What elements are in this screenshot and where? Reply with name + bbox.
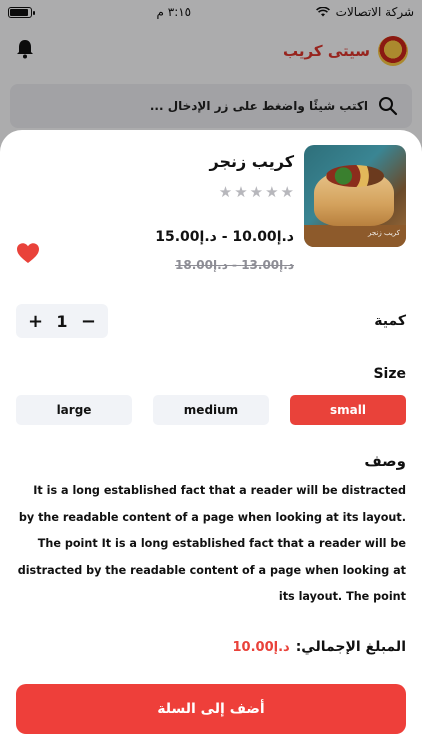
favorite-heart-icon[interactable]	[16, 242, 40, 264]
price-range: د.إ10.00 - د.إ15.00	[155, 229, 294, 245]
old-price-range: د.إ13.00 - د.إ18.00	[175, 258, 294, 272]
description-label: وصف	[364, 452, 406, 470]
size-options: large medium small	[16, 395, 406, 425]
image-filling	[326, 165, 384, 187]
star-icon: ★	[265, 183, 279, 201]
size-option-large[interactable]: large	[16, 395, 132, 425]
product-sheet: كريب زنجر كريب زنجر ★ ★ ★ ★ ★ د.إ10.00 -…	[0, 130, 422, 750]
add-to-cart-button[interactable]: أضف إلى السلة	[16, 684, 406, 734]
size-label: Size	[373, 366, 406, 382]
product-image: كريب زنجر	[304, 145, 406, 247]
total-amount: المبلغ الإجمالي: د.إ10.00	[233, 639, 407, 655]
star-icon: ★	[280, 183, 294, 201]
star-icon: ★	[218, 183, 233, 201]
quantity-label: كمية	[374, 313, 406, 329]
description-text: It is a long established fact that a rea…	[17, 484, 406, 604]
image-watermark: كريب زنجر	[368, 229, 400, 237]
star-icon: ★	[249, 183, 264, 201]
total-value: د.إ10.00	[232, 640, 290, 655]
size-option-small[interactable]: small	[290, 395, 406, 425]
product-title: كريب زنجر	[209, 152, 294, 171]
total-label: المبلغ الإجمالي:	[295, 639, 406, 655]
decrement-button[interactable]: −	[81, 311, 96, 332]
size-option-medium[interactable]: medium	[153, 395, 269, 425]
rating-stars: ★ ★ ★ ★ ★	[219, 185, 294, 200]
increment-button[interactable]: +	[28, 311, 43, 332]
star-icon: ★	[234, 183, 248, 201]
quantity-stepper: + 1 −	[16, 304, 108, 338]
quantity-value: 1	[56, 311, 68, 331]
